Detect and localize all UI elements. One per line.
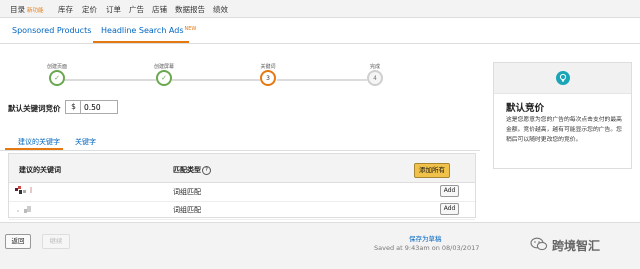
keyword-thumbnail <box>15 204 37 214</box>
step-label: 关键词 <box>260 64 276 70</box>
step-complete-check-icon: ✓ <box>156 70 172 86</box>
help-card-text: 这是您愿意为您的广告的每次点击支付的最高金额。竞价越高，越有可能显示您的广告。您… <box>506 117 622 143</box>
keyword-tabs: 建议的关键字 关键字 <box>0 128 480 151</box>
back-button[interactable]: 返回 <box>5 234 31 249</box>
nav-item-label: 目录 <box>10 5 25 14</box>
continue-button[interactable]: 继续 <box>42 234 70 249</box>
step-pending-number: 4 <box>367 70 383 86</box>
column-header-label: 匹配类型 <box>173 166 201 174</box>
table-row: 词组匹配 Add <box>9 201 475 220</box>
footer-bar: 返回 继续 保存为草稿 Saved at 9:43am on 08/03/201… <box>0 222 640 269</box>
new-badge: NEW <box>184 26 197 32</box>
active-tab-indicator <box>5 148 63 150</box>
default-bid-label: 默认关键词竞价 <box>8 104 61 113</box>
help-card-title: 默认竞价 <box>506 103 545 114</box>
help-icon[interactable]: ? <box>202 165 211 175</box>
step-connector <box>172 79 260 81</box>
nav-item-stores[interactable]: 店铺 <box>152 4 167 15</box>
new-badge: 新功能 <box>27 8 44 14</box>
nav-item-inventory[interactable]: 库存 <box>58 4 73 15</box>
add-keyword-button[interactable]: Add <box>440 203 459 215</box>
column-header-match-type: 匹配类型? <box>173 165 211 175</box>
tab-keywords[interactable]: 关键字 <box>75 137 96 147</box>
add-keyword-button[interactable]: Add <box>440 185 459 197</box>
step-connector <box>277 79 367 81</box>
top-navigation: 目录 新功能 库存 定价 订单 广告 店铺 数据报告 绩效 <box>0 0 640 18</box>
step-label: 完成 <box>369 64 381 70</box>
step-label: 创建屏幕 <box>153 64 175 70</box>
keyword-thumbnail <box>15 186 37 196</box>
step-complete-check-icon: ✓ <box>49 70 65 86</box>
tab-sponsored-products[interactable]: Sponsored Products <box>12 26 91 35</box>
default-bid-help-card: 默认竞价 这是您愿意为您的广告的每次点击支付的最高金额。竞价越高，越有可能显示您… <box>493 62 632 169</box>
tab-suggested-keywords[interactable]: 建议的关键字 <box>18 137 60 147</box>
default-bid-input[interactable] <box>80 100 118 114</box>
nav-item-performance[interactable]: 绩效 <box>213 4 228 15</box>
progress-stepper: 创建页面 创建屏幕 关键词 完成 ✓ ✓ 3 4 <box>0 55 480 105</box>
save-draft-link[interactable]: 保存为草稿 <box>409 233 442 243</box>
wechat-icon <box>530 237 548 251</box>
currency-symbol: $ <box>65 100 81 114</box>
tab-label: Headline Search Ads <box>101 26 184 35</box>
saved-timestamp: Saved at 9:43am on 08/03/2017 <box>374 244 480 252</box>
help-card-header <box>494 63 631 94</box>
match-type-value: 词组匹配 <box>173 206 201 214</box>
suggested-keywords-table: 建议的关键词 匹配类型? 添加所有 词组匹配 Add 词组匹配 Add <box>8 153 476 220</box>
active-tab-indicator <box>93 41 189 43</box>
default-bid-row: 默认关键词竞价 $ <box>8 100 308 116</box>
nav-item-catalog[interactable]: 目录 新功能 <box>10 4 44 15</box>
step-current-number: 3 <box>260 70 276 86</box>
watermark-text: 跨境智汇 <box>552 239 601 253</box>
lightbulb-icon <box>556 71 570 85</box>
tab-headline-search-ads[interactable]: Headline Search AdsNEW <box>101 26 196 35</box>
table-header: 建议的关键词 匹配类型? 添加所有 <box>9 154 475 183</box>
table-row: 词组匹配 Add <box>9 183 475 202</box>
add-all-button[interactable]: 添加所有 <box>414 163 450 178</box>
watermark: 跨境智汇 <box>530 231 634 259</box>
step-connector <box>64 79 156 81</box>
column-header-keyword: 建议的关键词 <box>19 166 61 174</box>
step-label: 创建页面 <box>46 64 68 70</box>
nav-item-pricing[interactable]: 定价 <box>82 4 97 15</box>
nav-item-orders[interactable]: 订单 <box>106 4 121 15</box>
match-type-value: 词组匹配 <box>173 188 201 196</box>
nav-item-advertising[interactable]: 广告 <box>129 4 144 15</box>
ad-type-tabs: Sponsored Products Headline Search AdsNE… <box>0 18 640 44</box>
nav-item-reports[interactable]: 数据报告 <box>175 4 205 15</box>
